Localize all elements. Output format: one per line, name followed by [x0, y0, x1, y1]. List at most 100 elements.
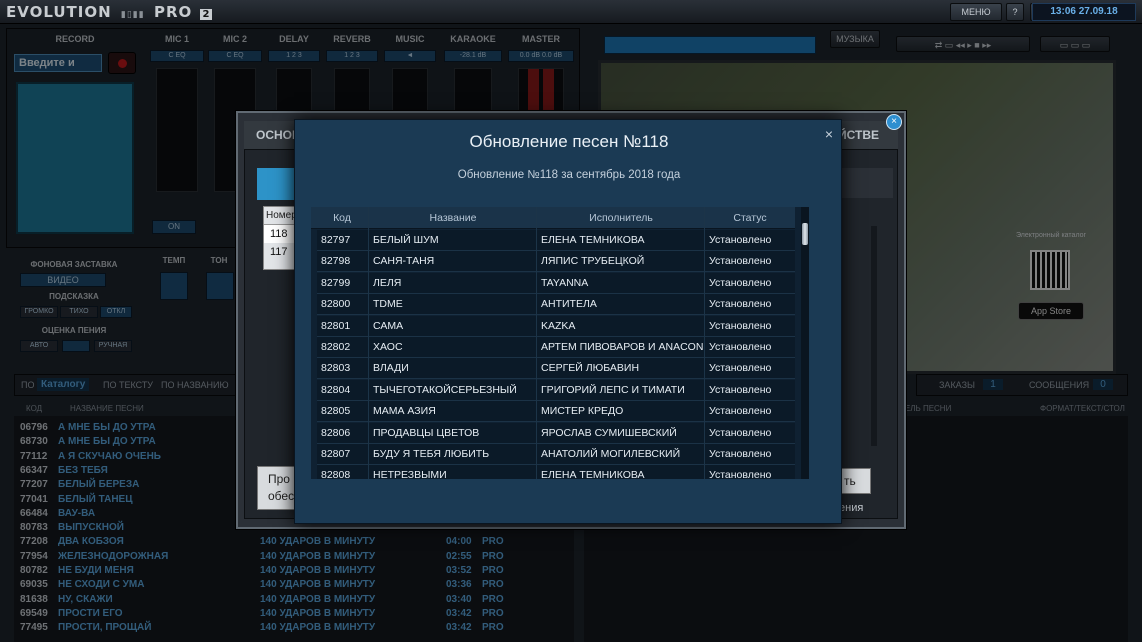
- song-time: 03:42: [446, 622, 472, 634]
- rating-auto-button[interactable]: АВТО: [20, 340, 58, 352]
- channel-control[interactable]: C EQ: [208, 50, 262, 62]
- channel-label: MIC 1: [164, 34, 189, 44]
- song-artist: 140 УДАРОВ В МИНУТУ: [260, 593, 376, 605]
- cell-artist: МИСТЕР КРЕДО: [541, 405, 624, 418]
- cell-code: 82800: [321, 298, 351, 311]
- settings-action-button[interactable]: ть: [837, 468, 871, 494]
- list-item[interactable]: 81638 НУ, СКАЖИ 140 УДАРОВ В МИНУТУ 03:40 PR…: [14, 593, 564, 607]
- song-time: 03:40: [446, 593, 472, 605]
- list-item[interactable]: 80782 НЕ БУДИ МЕНЯ 140 УДАРОВ В МИНУТУ 03:5…: [14, 564, 564, 578]
- tab-by-name[interactable]: ПО НАЗВАНИЮ: [161, 380, 229, 390]
- song-fmt: PRO: [482, 536, 504, 548]
- channel-control[interactable]: ◄: [384, 50, 436, 62]
- list-item[interactable]: 69549 ПРОСТИ ЕГО 140 УДАРОВ В МИНУТУ 03:42 P…: [14, 607, 564, 621]
- rating-manual-button[interactable]: РУЧНАЯ: [94, 340, 132, 352]
- channel-control[interactable]: 1 2 3: [268, 50, 320, 62]
- cell-artist: KAZKA: [541, 319, 576, 332]
- song-code: 69549: [20, 607, 48, 619]
- settings-close-icon[interactable]: ×: [886, 114, 902, 130]
- song-artist: 140 УДАРОВ В МИНУТУ: [260, 622, 376, 634]
- rating-mid-button[interactable]: [62, 340, 90, 352]
- orders-count: 1: [983, 379, 1003, 390]
- table-row[interactable]: 82801 САМА KAZKA Установлено: [317, 315, 795, 337]
- table-row[interactable]: 82807 БУДУ Я ТЕБЯ ЛЮБИТЬ АНАТОЛИЙ МОГИЛЕВС…: [317, 444, 795, 465]
- channel-label: MASTER: [522, 34, 560, 44]
- table-row[interactable]: 82802 ХАОС АРТЕМ ПИВОВАРОВ И ANACONDAZ Уста…: [317, 337, 795, 358]
- scrollbar-thumb[interactable]: [802, 223, 808, 245]
- cell-title: ЛЕЛЯ: [373, 276, 402, 289]
- mic1-on-button[interactable]: ON: [152, 220, 196, 234]
- song-title: А МНЕ БЫ ДО УТРА: [58, 436, 156, 448]
- table-row[interactable]: 82806 ПРОДАВЦЫ ЦВЕТОВ ЯРОСЛАВ СУМИШЕВСКИЙ У…: [317, 422, 795, 444]
- orders-label[interactable]: ЗАКАЗЫ: [939, 380, 975, 390]
- cell-title: БУДУ Я ТЕБЯ ЛЮБИТЬ: [373, 448, 490, 460]
- channel-control[interactable]: -28.1 dB: [444, 50, 502, 62]
- table-row[interactable]: 82804 ТЫЧЕГОТАКОЙСЕРЬЕЗНЫЙ ГРИГОРИЙ ЛЕПС И…: [317, 379, 795, 401]
- messages-label[interactable]: СООБЩЕНИЯ: [1029, 380, 1089, 390]
- logo-suffix: PRO: [153, 3, 193, 21]
- channel-fader[interactable]: [156, 68, 198, 192]
- hint-off-button[interactable]: ОТКЛ: [100, 306, 132, 318]
- list-item[interactable]: 77954 ЖЕЛЕЗНОДОРОЖНАЯ 140 УДАРОВ В МИНУТУ 0…: [14, 550, 564, 564]
- music-button[interactable]: МУЗЫКА: [830, 30, 880, 48]
- cell-title: ВЛАДИ: [373, 362, 409, 375]
- channel-control[interactable]: 1 2 3: [326, 50, 378, 62]
- cell-title: НЕТРЕЗВЫМИ: [373, 469, 447, 479]
- table-row[interactable]: 82808 НЕТРЕЗВЫМИ ЕЛЕНА ТЕМНИКОВА Установлен…: [317, 465, 795, 479]
- song-code: 77954: [20, 550, 48, 562]
- list-item[interactable]: 77495 ПРОСТИ, ПРОЩАЙ 140 УДАРОВ В МИНУТУ 03…: [14, 621, 564, 635]
- song-artist: 140 УДАРОВ В МИНУТУ: [260, 579, 376, 591]
- settings-scrollbar[interactable]: [871, 226, 877, 446]
- record-name-input[interactable]: Введите и: [14, 54, 102, 72]
- cell-status: Установлено: [709, 426, 772, 439]
- record-button[interactable]: [108, 52, 136, 74]
- dialog-subtitle: Обновление №118 за сентябрь 2018 года: [457, 169, 681, 181]
- table-row[interactable]: 82800 TDME АНТИТЕЛА Установлено: [317, 294, 795, 316]
- song-code: 66347: [20, 464, 48, 476]
- song-title: БЕЗ ТЕБЯ: [58, 464, 108, 476]
- song-title: А МНЕ БЫ ДО УТРА: [58, 422, 156, 433]
- song-title: ВАУ-ВА: [58, 507, 96, 519]
- info-line-1: Про: [268, 472, 290, 486]
- tab-catalog[interactable]: Каталогу: [37, 378, 90, 391]
- video-button[interactable]: ВИДЕО: [20, 273, 106, 287]
- menu-button[interactable]: МЕНЮ: [950, 3, 1002, 21]
- cell-code: 82798: [321, 255, 351, 268]
- song-code: 81638: [20, 593, 48, 605]
- table-row[interactable]: 82805 МАМА АЗИЯ МИСТЕР КРЕДО Установлено: [317, 401, 795, 423]
- channel-control[interactable]: C EQ: [150, 50, 204, 62]
- close-icon[interactable]: ×: [821, 126, 837, 142]
- song-time: 03:52: [446, 565, 472, 576]
- channel-control[interactable]: 0.0 dB 0.0 dB: [508, 50, 574, 62]
- progress-bar[interactable]: [604, 36, 816, 54]
- tone-label: ТОН: [210, 256, 228, 265]
- messages-count: 0: [1093, 379, 1113, 390]
- hint-label: ПОДСКАЗКА: [49, 292, 99, 301]
- col-code-header: Код: [333, 212, 351, 224]
- equalizer-icon: ▮▯▮▮: [120, 10, 145, 20]
- window-controls[interactable]: ▭ ▭ ▭: [1040, 36, 1110, 52]
- channel-label: DELAY: [279, 34, 309, 44]
- column-divider: [704, 207, 705, 479]
- cell-artist: АРТЕМ ПИВОВАРОВ И ANACONDAZ: [541, 341, 705, 353]
- table-row[interactable]: 82798 САНЯ-ТАНЯ ЛЯПИС ТРУБЕЦКОЙ Установлено: [317, 251, 795, 273]
- hint-quiet-button[interactable]: ТИХО: [60, 306, 98, 318]
- list-item[interactable]: 69035 НЕ СХОДИ С УМА 140 УДАРОВ В МИНУТУ 03…: [14, 578, 564, 592]
- cell-artist: АНАТОЛИЙ МОГИЛЕВСКИЙ: [541, 448, 681, 460]
- table-scrollbar[interactable]: [801, 207, 809, 479]
- table-row[interactable]: 82803 ВЛАДИ СЕРГЕЙ ЛЮБАВИН Установлено: [317, 358, 795, 380]
- song-time: 03:36: [446, 579, 472, 591]
- song-code: 80783: [20, 522, 48, 534]
- song-update-dialog: Обновление песен №118 × Обновление №118 …: [294, 119, 842, 524]
- table-row[interactable]: 82799 ЛЕЛЯ TAYANNA Установлено: [317, 272, 795, 294]
- tab-by-text[interactable]: ПО ТЕКСТУ: [103, 380, 153, 390]
- song-artist: 140 УДАРОВ В МИНУТУ: [260, 607, 376, 619]
- col-status-header: Статус: [733, 212, 767, 224]
- hint-loud-button[interactable]: ГРОМКО: [20, 306, 58, 318]
- transport-controls[interactable]: ⇄ ▭ ◂◂ ▸ ■ ▸▸: [896, 36, 1030, 52]
- help-button[interactable]: ?: [1006, 3, 1024, 21]
- cell-code: 82806: [321, 426, 351, 439]
- table-row[interactable]: 82797 БЕЛЫЙ ШУМ ЕЛЕНА ТЕМНИКОВА Установлено: [317, 230, 795, 251]
- list-item[interactable]: 77208 ДВА КОБЗОЯ 140 УДАРОВ В МИНУТУ 04:00 P…: [14, 535, 564, 549]
- app-store-badge[interactable]: App Store: [1018, 302, 1084, 320]
